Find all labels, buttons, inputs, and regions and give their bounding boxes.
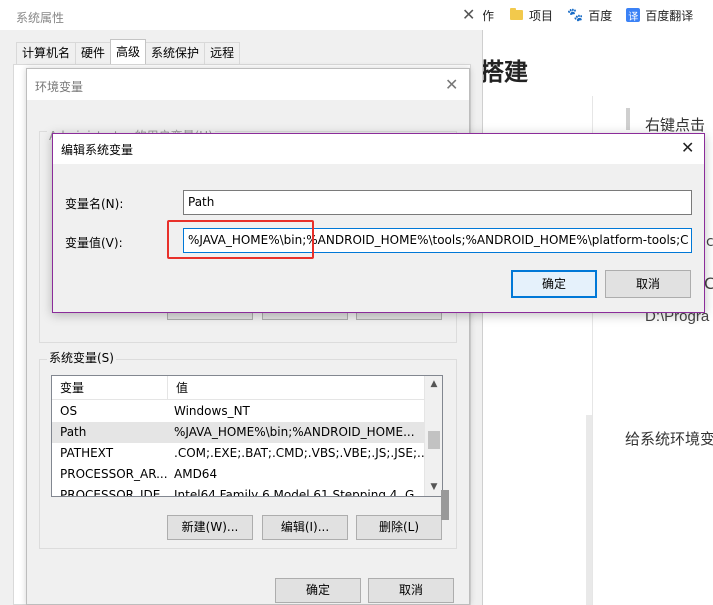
system-delete-button[interactable]: 删除(L): [356, 515, 442, 540]
close-icon[interactable]: ✕: [462, 5, 475, 24]
variable-name-label: 变量名(N):: [65, 197, 124, 211]
table-row[interactable]: PATHEXT .COM;.EXE;.BAT;.CMD;.VBS;.VBE;.J…: [52, 443, 424, 464]
tab-strip: 计算机名 硬件 高级 系统保护 远程: [16, 39, 241, 64]
article-text-system-env: 给系统环境变: [625, 430, 713, 448]
variable-name-cell: PATHEXT: [60, 446, 114, 460]
folder-icon: [510, 8, 524, 20]
env-window-scrollbar[interactable]: [441, 490, 449, 520]
variable-name-input[interactable]: Path: [183, 190, 692, 215]
bookmark-item-baidu-translate[interactable]: 译 百度翻译: [626, 7, 693, 24]
scroll-thumb[interactable]: [428, 431, 440, 449]
bookmark-fragment-label: 作: [482, 8, 495, 23]
env-ok-button[interactable]: 确定: [275, 578, 361, 603]
variable-value-cell: Intel64 Family 6 Model 61 Stepping 4, G.…: [174, 488, 424, 497]
edit-ok-button[interactable]: 确定: [511, 270, 597, 298]
window-title: 环境变量: [35, 80, 84, 94]
system-properties-titlebar: 系统属性 ✕: [0, 0, 483, 30]
bookmarks-bar: 作 项目 🐾 百度 译 百度翻译: [470, 0, 713, 30]
table-rows: OS Windows_NT Path %JAVA_HOME%\bin;%ANDR…: [52, 401, 424, 497]
tab-remote[interactable]: 远程: [204, 42, 241, 64]
tab-hardware[interactable]: 硬件: [75, 42, 112, 64]
variable-value-label: 变量值(V):: [65, 236, 123, 250]
edit-system-variable-dialog: 编辑系统变量 ✕ 变量名(N): Path 变量值(V): %JAVA_HOME…: [52, 133, 705, 313]
page-heading-fragment: 搭建: [480, 58, 528, 86]
page-scrollbar[interactable]: [586, 415, 592, 605]
bookmark-fragment[interactable]: 作: [482, 7, 494, 24]
env-titlebar: 环境变量 ✕: [27, 69, 469, 100]
baidu-paw-icon: 🐾: [567, 7, 584, 23]
table-row[interactable]: PROCESSOR_AR... AMD64: [52, 464, 424, 485]
edit-cancel-button[interactable]: 取消: [605, 270, 691, 298]
system-new-button[interactable]: 新建(W)...: [167, 515, 253, 540]
bookmark-label: 百度: [588, 8, 613, 23]
table-row[interactable]: OS Windows_NT: [52, 401, 424, 422]
variable-value-cell: .COM;.EXE;.BAT;.CMD;.VBS;.VBE;.JS;.JSE;.…: [174, 446, 424, 460]
window-title: 系统属性: [16, 11, 65, 25]
tab-advanced[interactable]: 高级: [110, 39, 147, 64]
table-row-selected[interactable]: Path %JAVA_HOME%\bin;%ANDROID_HOME...: [52, 422, 424, 443]
translate-icon: 译: [626, 8, 641, 23]
table-header: 变量 值: [52, 376, 424, 400]
system-edit-button[interactable]: 编辑(I)...: [262, 515, 348, 540]
variable-value-cell: AMD64: [174, 467, 218, 481]
column-header-variable[interactable]: 变量: [52, 376, 168, 399]
system-variables-table: 变量 值 OS Windows_NT Path %JAVA_HOME%\bin;…: [51, 375, 443, 497]
variable-name-cell: PROCESSOR_IDE...: [60, 488, 168, 497]
window-title: 编辑系统变量: [61, 143, 134, 157]
edit-dialog-titlebar: 编辑系统变量 ✕: [53, 134, 704, 164]
quote-bar: [626, 108, 630, 130]
table-scrollbar[interactable]: ▲ ▼: [424, 376, 442, 496]
close-icon[interactable]: ✕: [681, 138, 694, 157]
article-text-right-click: 右键点击: [645, 116, 706, 134]
variable-value-cell: %JAVA_HOME%\bin;%ANDROID_HOME...: [174, 425, 415, 439]
variable-name-cell: OS: [60, 404, 78, 418]
highlight-annotation-box: [167, 220, 314, 259]
bookmark-item-baidu[interactable]: 🐾 百度: [567, 7, 612, 24]
system-variables-label: 系统变量(S): [47, 349, 116, 366]
right-text-fragment: C: [704, 274, 713, 293]
variable-name-cell: PROCESSOR_AR...: [60, 467, 168, 481]
bookmark-label: 百度翻译: [645, 8, 694, 23]
variable-name-cell: Path: [60, 425, 87, 439]
tab-system-protection[interactable]: 系统保护: [145, 42, 206, 64]
env-cancel-button[interactable]: 取消: [368, 578, 454, 603]
column-header-value[interactable]: 值: [168, 376, 424, 399]
table-row[interactable]: PROCESSOR_IDE... Intel64 Family 6 Model …: [52, 485, 424, 497]
bookmark-item-projects[interactable]: 项目: [510, 7, 553, 24]
tab-computer-name[interactable]: 计算机名: [16, 42, 77, 64]
scroll-up-icon[interactable]: ▲: [425, 376, 442, 393]
close-icon[interactable]: ✕: [445, 75, 458, 94]
variable-value-cell: Windows_NT: [174, 404, 250, 418]
right-text-fragment: c: [706, 234, 713, 250]
bookmark-label: 项目: [529, 8, 554, 23]
